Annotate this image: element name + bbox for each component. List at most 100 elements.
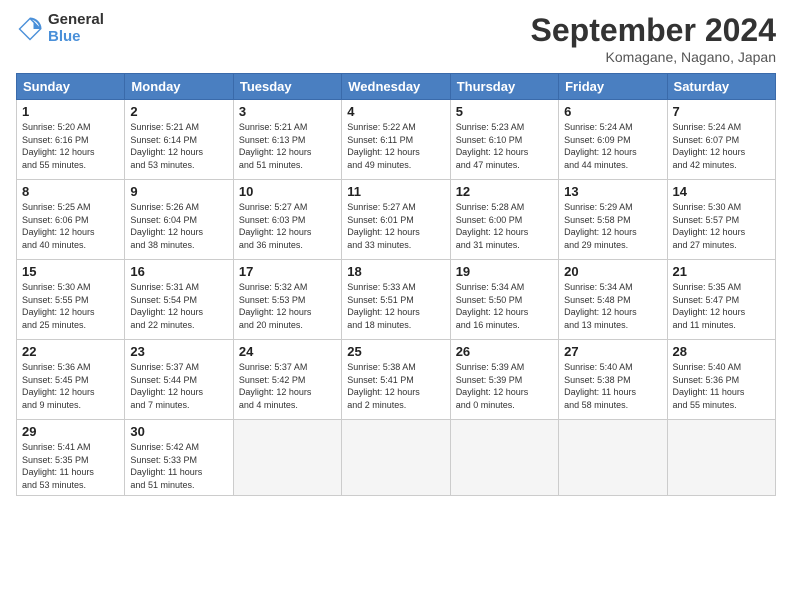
table-cell: 24 Sunrise: 5:37 AMSunset: 5:42 PMDaylig… <box>233 340 341 420</box>
day-info: Sunrise: 5:24 AMSunset: 6:09 PMDaylight:… <box>564 121 661 171</box>
day-number: 8 <box>22 184 119 199</box>
week-row-3: 15 Sunrise: 5:30 AMSunset: 5:55 PMDaylig… <box>17 260 776 340</box>
week-row-2: 8 Sunrise: 5:25 AMSunset: 6:06 PMDayligh… <box>17 180 776 260</box>
day-number: 28 <box>673 344 770 359</box>
table-cell: 5 Sunrise: 5:23 AMSunset: 6:10 PMDayligh… <box>450 100 558 180</box>
day-number: 19 <box>456 264 553 279</box>
day-number: 20 <box>564 264 661 279</box>
title-block: September 2024 Komagane, Nagano, Japan <box>531 12 776 65</box>
col-thursday: Thursday <box>450 74 558 100</box>
day-info: Sunrise: 5:28 AMSunset: 6:00 PMDaylight:… <box>456 201 553 251</box>
day-number: 5 <box>456 104 553 119</box>
day-info: Sunrise: 5:23 AMSunset: 6:10 PMDaylight:… <box>456 121 553 171</box>
day-number: 6 <box>564 104 661 119</box>
day-number: 18 <box>347 264 444 279</box>
day-number: 23 <box>130 344 227 359</box>
day-info: Sunrise: 5:39 AMSunset: 5:39 PMDaylight:… <box>456 361 553 411</box>
day-number: 27 <box>564 344 661 359</box>
week-row-5: 29 Sunrise: 5:41 AMSunset: 5:35 PMDaylig… <box>17 420 776 496</box>
day-number: 13 <box>564 184 661 199</box>
table-cell: 23 Sunrise: 5:37 AMSunset: 5:44 PMDaylig… <box>125 340 233 420</box>
table-cell <box>342 420 450 496</box>
day-number: 10 <box>239 184 336 199</box>
day-number: 25 <box>347 344 444 359</box>
day-number: 2 <box>130 104 227 119</box>
table-cell: 3 Sunrise: 5:21 AMSunset: 6:13 PMDayligh… <box>233 100 341 180</box>
table-cell: 27 Sunrise: 5:40 AMSunset: 5:38 PMDaylig… <box>559 340 667 420</box>
table-cell <box>559 420 667 496</box>
day-number: 26 <box>456 344 553 359</box>
day-number: 1 <box>22 104 119 119</box>
table-cell <box>450 420 558 496</box>
col-friday: Friday <box>559 74 667 100</box>
day-info: Sunrise: 5:34 AMSunset: 5:50 PMDaylight:… <box>456 281 553 331</box>
day-number: 16 <box>130 264 227 279</box>
table-cell: 28 Sunrise: 5:40 AMSunset: 5:36 PMDaylig… <box>667 340 775 420</box>
day-number: 12 <box>456 184 553 199</box>
location: Komagane, Nagano, Japan <box>531 49 776 65</box>
table-cell: 25 Sunrise: 5:38 AMSunset: 5:41 PMDaylig… <box>342 340 450 420</box>
table-cell: 8 Sunrise: 5:25 AMSunset: 6:06 PMDayligh… <box>17 180 125 260</box>
day-info: Sunrise: 5:24 AMSunset: 6:07 PMDaylight:… <box>673 121 770 171</box>
day-info: Sunrise: 5:31 AMSunset: 5:54 PMDaylight:… <box>130 281 227 331</box>
table-cell: 17 Sunrise: 5:32 AMSunset: 5:53 PMDaylig… <box>233 260 341 340</box>
day-number: 22 <box>22 344 119 359</box>
day-number: 9 <box>130 184 227 199</box>
table-cell: 22 Sunrise: 5:36 AMSunset: 5:45 PMDaylig… <box>17 340 125 420</box>
table-cell: 15 Sunrise: 5:30 AMSunset: 5:55 PMDaylig… <box>17 260 125 340</box>
calendar-table: Sunday Monday Tuesday Wednesday Thursday… <box>16 73 776 496</box>
table-cell: 21 Sunrise: 5:35 AMSunset: 5:47 PMDaylig… <box>667 260 775 340</box>
day-info: Sunrise: 5:35 AMSunset: 5:47 PMDaylight:… <box>673 281 770 331</box>
table-cell: 11 Sunrise: 5:27 AMSunset: 6:01 PMDaylig… <box>342 180 450 260</box>
day-info: Sunrise: 5:41 AMSunset: 5:35 PMDaylight:… <box>22 441 119 491</box>
day-number: 4 <box>347 104 444 119</box>
col-sunday: Sunday <box>17 74 125 100</box>
day-number: 29 <box>22 424 119 439</box>
day-info: Sunrise: 5:40 AMSunset: 5:36 PMDaylight:… <box>673 361 770 411</box>
table-cell: 20 Sunrise: 5:34 AMSunset: 5:48 PMDaylig… <box>559 260 667 340</box>
table-cell: 4 Sunrise: 5:22 AMSunset: 6:11 PMDayligh… <box>342 100 450 180</box>
week-row-4: 22 Sunrise: 5:36 AMSunset: 5:45 PMDaylig… <box>17 340 776 420</box>
logo-general: General <box>48 12 104 29</box>
table-cell: 14 Sunrise: 5:30 AMSunset: 5:57 PMDaylig… <box>667 180 775 260</box>
day-number: 7 <box>673 104 770 119</box>
table-cell: 18 Sunrise: 5:33 AMSunset: 5:51 PMDaylig… <box>342 260 450 340</box>
table-cell: 1 Sunrise: 5:20 AMSunset: 6:16 PMDayligh… <box>17 100 125 180</box>
day-number: 14 <box>673 184 770 199</box>
day-info: Sunrise: 5:27 AMSunset: 6:01 PMDaylight:… <box>347 201 444 251</box>
table-cell: 29 Sunrise: 5:41 AMSunset: 5:35 PMDaylig… <box>17 420 125 496</box>
col-monday: Monday <box>125 74 233 100</box>
logo-blue: Blue <box>48 29 104 46</box>
logo-text: General Blue <box>48 12 104 45</box>
day-number: 30 <box>130 424 227 439</box>
table-cell: 19 Sunrise: 5:34 AMSunset: 5:50 PMDaylig… <box>450 260 558 340</box>
day-info: Sunrise: 5:30 AMSunset: 5:55 PMDaylight:… <box>22 281 119 331</box>
table-cell: 13 Sunrise: 5:29 AMSunset: 5:58 PMDaylig… <box>559 180 667 260</box>
day-number: 11 <box>347 184 444 199</box>
table-cell: 12 Sunrise: 5:28 AMSunset: 6:00 PMDaylig… <box>450 180 558 260</box>
day-info: Sunrise: 5:27 AMSunset: 6:03 PMDaylight:… <box>239 201 336 251</box>
table-cell: 7 Sunrise: 5:24 AMSunset: 6:07 PMDayligh… <box>667 100 775 180</box>
day-info: Sunrise: 5:34 AMSunset: 5:48 PMDaylight:… <box>564 281 661 331</box>
day-info: Sunrise: 5:25 AMSunset: 6:06 PMDaylight:… <box>22 201 119 251</box>
day-info: Sunrise: 5:33 AMSunset: 5:51 PMDaylight:… <box>347 281 444 331</box>
day-info: Sunrise: 5:26 AMSunset: 6:04 PMDaylight:… <box>130 201 227 251</box>
day-number: 21 <box>673 264 770 279</box>
logo-icon <box>16 15 44 43</box>
day-info: Sunrise: 5:22 AMSunset: 6:11 PMDaylight:… <box>347 121 444 171</box>
col-saturday: Saturday <box>667 74 775 100</box>
table-cell <box>667 420 775 496</box>
header: General Blue September 2024 Komagane, Na… <box>16 12 776 65</box>
day-info: Sunrise: 5:32 AMSunset: 5:53 PMDaylight:… <box>239 281 336 331</box>
day-info: Sunrise: 5:29 AMSunset: 5:58 PMDaylight:… <box>564 201 661 251</box>
calendar-container: General Blue September 2024 Komagane, Na… <box>0 0 792 612</box>
logo: General Blue <box>16 12 104 45</box>
day-info: Sunrise: 5:38 AMSunset: 5:41 PMDaylight:… <box>347 361 444 411</box>
day-info: Sunrise: 5:42 AMSunset: 5:33 PMDaylight:… <box>130 441 227 491</box>
day-number: 17 <box>239 264 336 279</box>
day-info: Sunrise: 5:36 AMSunset: 5:45 PMDaylight:… <box>22 361 119 411</box>
table-cell: 30 Sunrise: 5:42 AMSunset: 5:33 PMDaylig… <box>125 420 233 496</box>
day-info: Sunrise: 5:37 AMSunset: 5:44 PMDaylight:… <box>130 361 227 411</box>
table-cell: 16 Sunrise: 5:31 AMSunset: 5:54 PMDaylig… <box>125 260 233 340</box>
table-cell: 26 Sunrise: 5:39 AMSunset: 5:39 PMDaylig… <box>450 340 558 420</box>
